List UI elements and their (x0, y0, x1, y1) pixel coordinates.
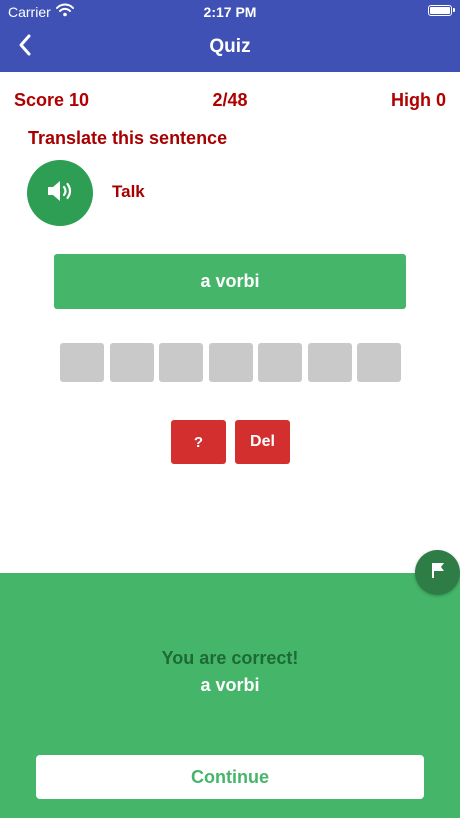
letter-slot[interactable] (208, 343, 253, 382)
letter-slots (60, 343, 407, 382)
result-message: You are correct! (161, 648, 299, 668)
battery-icon (428, 5, 455, 16)
letter-slot[interactable] (258, 343, 302, 382)
speaker-button[interactable] (27, 160, 93, 226)
letter-slot[interactable] (357, 343, 401, 382)
answer-text: a vorbi (200, 271, 260, 291)
letter-slot[interactable] (60, 343, 104, 382)
letter-slot[interactable] (159, 343, 203, 382)
letter-slot[interactable] (307, 343, 352, 382)
continue-button[interactable]: Continue (36, 755, 424, 799)
speaker-icon (45, 178, 75, 209)
delete-button[interactable]: Del (235, 420, 290, 464)
result-answer: a vorbi (200, 675, 260, 695)
status-time: 2:17 PM (203, 4, 257, 20)
letter-slot[interactable] (109, 343, 154, 382)
high-score-label: High 0 (390, 90, 446, 110)
score-row: Score 10 2/48 High 0 (14, 90, 446, 112)
hint-button[interactable]: ? (171, 420, 226, 464)
talk-label: Talk (112, 182, 145, 201)
result-panel: You are correct! a vorbi Continue (0, 573, 460, 818)
answer-display: a vorbi (54, 254, 406, 309)
report-flag-button[interactable] (415, 550, 460, 595)
progress-label: 2/48 (212, 90, 248, 110)
page-title: Quiz (209, 36, 251, 57)
status-bar: Carrier 2:17 PM (0, 0, 460, 22)
flag-icon (428, 560, 448, 585)
question-prompt: Translate this sentence (28, 128, 228, 148)
nav-bar: Quiz (0, 22, 460, 72)
